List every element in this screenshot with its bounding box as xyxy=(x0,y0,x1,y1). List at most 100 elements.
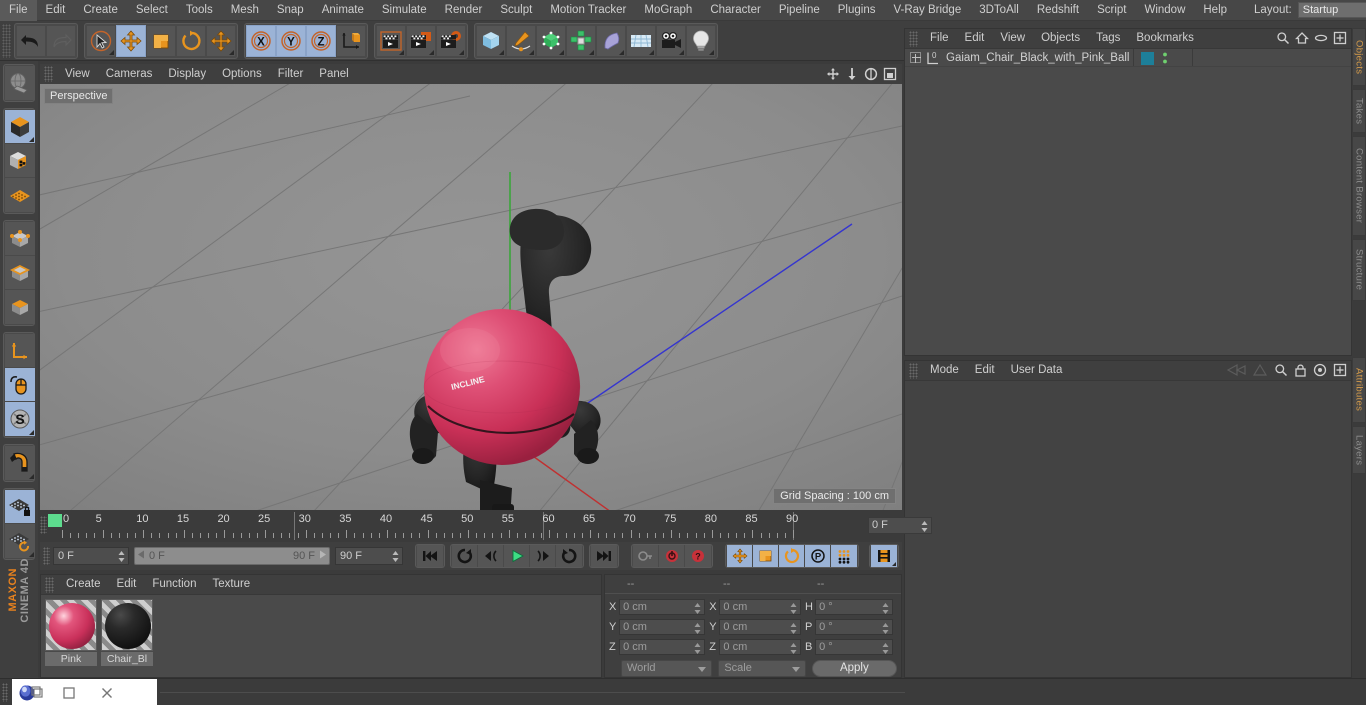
viewport-menu-view[interactable]: View xyxy=(57,64,98,84)
playback-current-frame-field[interactable]: 0 F xyxy=(53,547,129,565)
object-manager-grip[interactable] xyxy=(909,30,918,47)
move-arrows-alt-icon[interactable] xyxy=(206,24,236,57)
step-back-icon[interactable] xyxy=(478,545,504,567)
mat-menu-function[interactable]: Function xyxy=(144,575,204,594)
object-tag-swatch[interactable] xyxy=(1141,52,1154,65)
render-region-icon[interactable] xyxy=(406,24,436,57)
cube-primitive-icon[interactable] xyxy=(476,24,506,57)
home-icon[interactable] xyxy=(1294,31,1310,48)
om-menu-objects[interactable]: Objects xyxy=(1033,29,1088,48)
spinner-icon[interactable] xyxy=(790,602,797,614)
range-left-handle-icon[interactable] xyxy=(137,550,146,562)
move-arrows-icon[interactable] xyxy=(116,24,146,57)
coord-pos-y-field[interactable]: 0 cm xyxy=(619,618,706,635)
render-clapper-icon[interactable] xyxy=(376,24,406,57)
polygons-cube-icon[interactable] xyxy=(5,290,35,324)
spinner-icon[interactable] xyxy=(790,622,797,634)
coord-size-x-field[interactable]: 0 cm xyxy=(719,598,801,615)
s-disc-icon[interactable]: S xyxy=(5,402,35,436)
om-menu-view[interactable]: View xyxy=(992,29,1033,48)
menu-item-window[interactable]: Window xyxy=(1135,0,1194,21)
spinner-icon[interactable] xyxy=(694,602,701,614)
viewport-menu-filter[interactable]: Filter xyxy=(270,64,312,84)
toolbar-grip[interactable] xyxy=(2,23,11,58)
spinner-icon[interactable] xyxy=(694,642,701,654)
current-frame-marker[interactable] xyxy=(48,514,62,527)
skip-end-icon[interactable] xyxy=(591,545,617,567)
move-view-icon[interactable] xyxy=(825,66,841,82)
c4d-app-icon[interactable] xyxy=(12,679,50,705)
object-visibility-dots[interactable] xyxy=(1161,51,1169,68)
om-menu-edit[interactable]: Edit xyxy=(957,29,993,48)
generator-cube-icon[interactable] xyxy=(536,24,566,57)
zoom-view-icon[interactable] xyxy=(844,66,860,82)
nav-forward-icon[interactable] xyxy=(1252,363,1268,380)
loop-back-icon[interactable] xyxy=(452,545,478,567)
cube-orange-icon[interactable] xyxy=(5,110,35,144)
om-menu-tags[interactable]: Tags xyxy=(1088,29,1128,48)
material-thumbnail[interactable] xyxy=(101,599,153,651)
menu-item-snap[interactable]: Snap xyxy=(268,0,313,21)
menu-item-create[interactable]: Create xyxy=(74,0,127,21)
playback-grip[interactable] xyxy=(43,547,50,565)
mat-menu-edit[interactable]: Edit xyxy=(109,575,145,594)
spinner-icon[interactable] xyxy=(694,622,701,634)
nav-back-icon[interactable] xyxy=(1226,363,1246,380)
coord-size-z-field[interactable]: 0 cm xyxy=(719,638,801,655)
spinner-icon[interactable] xyxy=(392,551,399,562)
material-item-pink[interactable]: Pink xyxy=(45,599,97,677)
menu-item-file[interactable]: File xyxy=(0,0,37,21)
vtab-takes[interactable]: Takes xyxy=(1352,89,1366,133)
coord-pos-z-field[interactable]: 0 cm xyxy=(619,638,706,655)
menu-item-render[interactable]: Render xyxy=(436,0,492,21)
object-row-gaiam-chair[interactable]: 0 Gaiam_Chair_Black_with_Pink_Ball xyxy=(905,49,1351,67)
viewport-3d[interactable]: Perspective INCLINE Grid Spacing: 100 c… xyxy=(40,84,902,510)
key-scale-icon[interactable] xyxy=(753,545,779,567)
timeline-ruler[interactable]: 0 5 10 15 20 25 30 35 40 45 50 55 60 65 70 75 80 85 90 xyxy=(48,512,848,540)
globe-world-icon[interactable] xyxy=(5,66,35,100)
material-item-chair-black[interactable]: Chair_Bl xyxy=(101,599,153,677)
vtab-content-browser[interactable]: Content Browser xyxy=(1352,136,1366,236)
timeline-grip[interactable] xyxy=(40,516,47,534)
key-rotation-icon[interactable] xyxy=(779,545,805,567)
om-menu-file[interactable]: File xyxy=(922,29,957,48)
apply-button[interactable]: Apply xyxy=(811,659,897,677)
search-icon[interactable] xyxy=(1276,31,1290,48)
vtab-structure[interactable]: Structure xyxy=(1352,239,1366,301)
light-bulb-icon[interactable] xyxy=(686,24,716,57)
key-pla-icon[interactable] xyxy=(831,545,857,567)
menu-item-redshift[interactable]: Redshift xyxy=(1028,0,1088,21)
attr-menu-edit[interactable]: Edit xyxy=(967,361,1003,380)
play-icon[interactable] xyxy=(504,545,530,567)
coord-size-y-field[interactable]: 0 cm xyxy=(719,618,801,635)
mat-menu-texture[interactable]: Texture xyxy=(204,575,258,594)
world-axis-cube-icon[interactable] xyxy=(336,24,366,57)
menu-item-vray-bridge[interactable]: V-Ray Bridge xyxy=(884,0,970,21)
mouse-icon[interactable] xyxy=(5,368,35,402)
magnet-icon[interactable] xyxy=(5,446,35,480)
timeline-frame-field[interactable]: 0 F xyxy=(868,517,932,534)
film-strip-icon[interactable] xyxy=(871,545,897,567)
menu-item-mograph[interactable]: MoGraph xyxy=(635,0,701,21)
viewport-menu-display[interactable]: Display xyxy=(160,64,214,84)
workplane-lock-icon[interactable] xyxy=(5,490,35,524)
spinner-icon[interactable] xyxy=(118,551,125,562)
floor-grid-icon[interactable] xyxy=(626,24,656,57)
bend-deformer-icon[interactable] xyxy=(596,24,626,57)
mograph-cluster-icon[interactable] xyxy=(566,24,596,57)
lock-icon[interactable] xyxy=(1294,363,1307,380)
spinner-icon[interactable] xyxy=(882,642,889,654)
menu-item-plugins[interactable]: Plugins xyxy=(829,0,885,21)
menu-item-pipeline[interactable]: Pipeline xyxy=(770,0,829,21)
camera-icon[interactable] xyxy=(656,24,686,57)
key-param-icon[interactable]: P xyxy=(805,545,831,567)
playback-range-slider[interactable]: 0 F 90 F xyxy=(134,547,330,565)
pen-spline-icon[interactable] xyxy=(506,24,536,57)
attribute-manager-body[interactable] xyxy=(905,380,1351,677)
coord-rot-h-field[interactable]: 0 ° xyxy=(815,598,893,615)
axis-y-icon[interactable]: Y xyxy=(276,24,306,57)
loop-forward-icon[interactable] xyxy=(556,545,582,567)
expand-plus-icon[interactable] xyxy=(910,52,921,63)
menu-item-sculpt[interactable]: Sculpt xyxy=(491,0,541,21)
coord-rot-p-field[interactable]: 0 ° xyxy=(815,618,893,635)
